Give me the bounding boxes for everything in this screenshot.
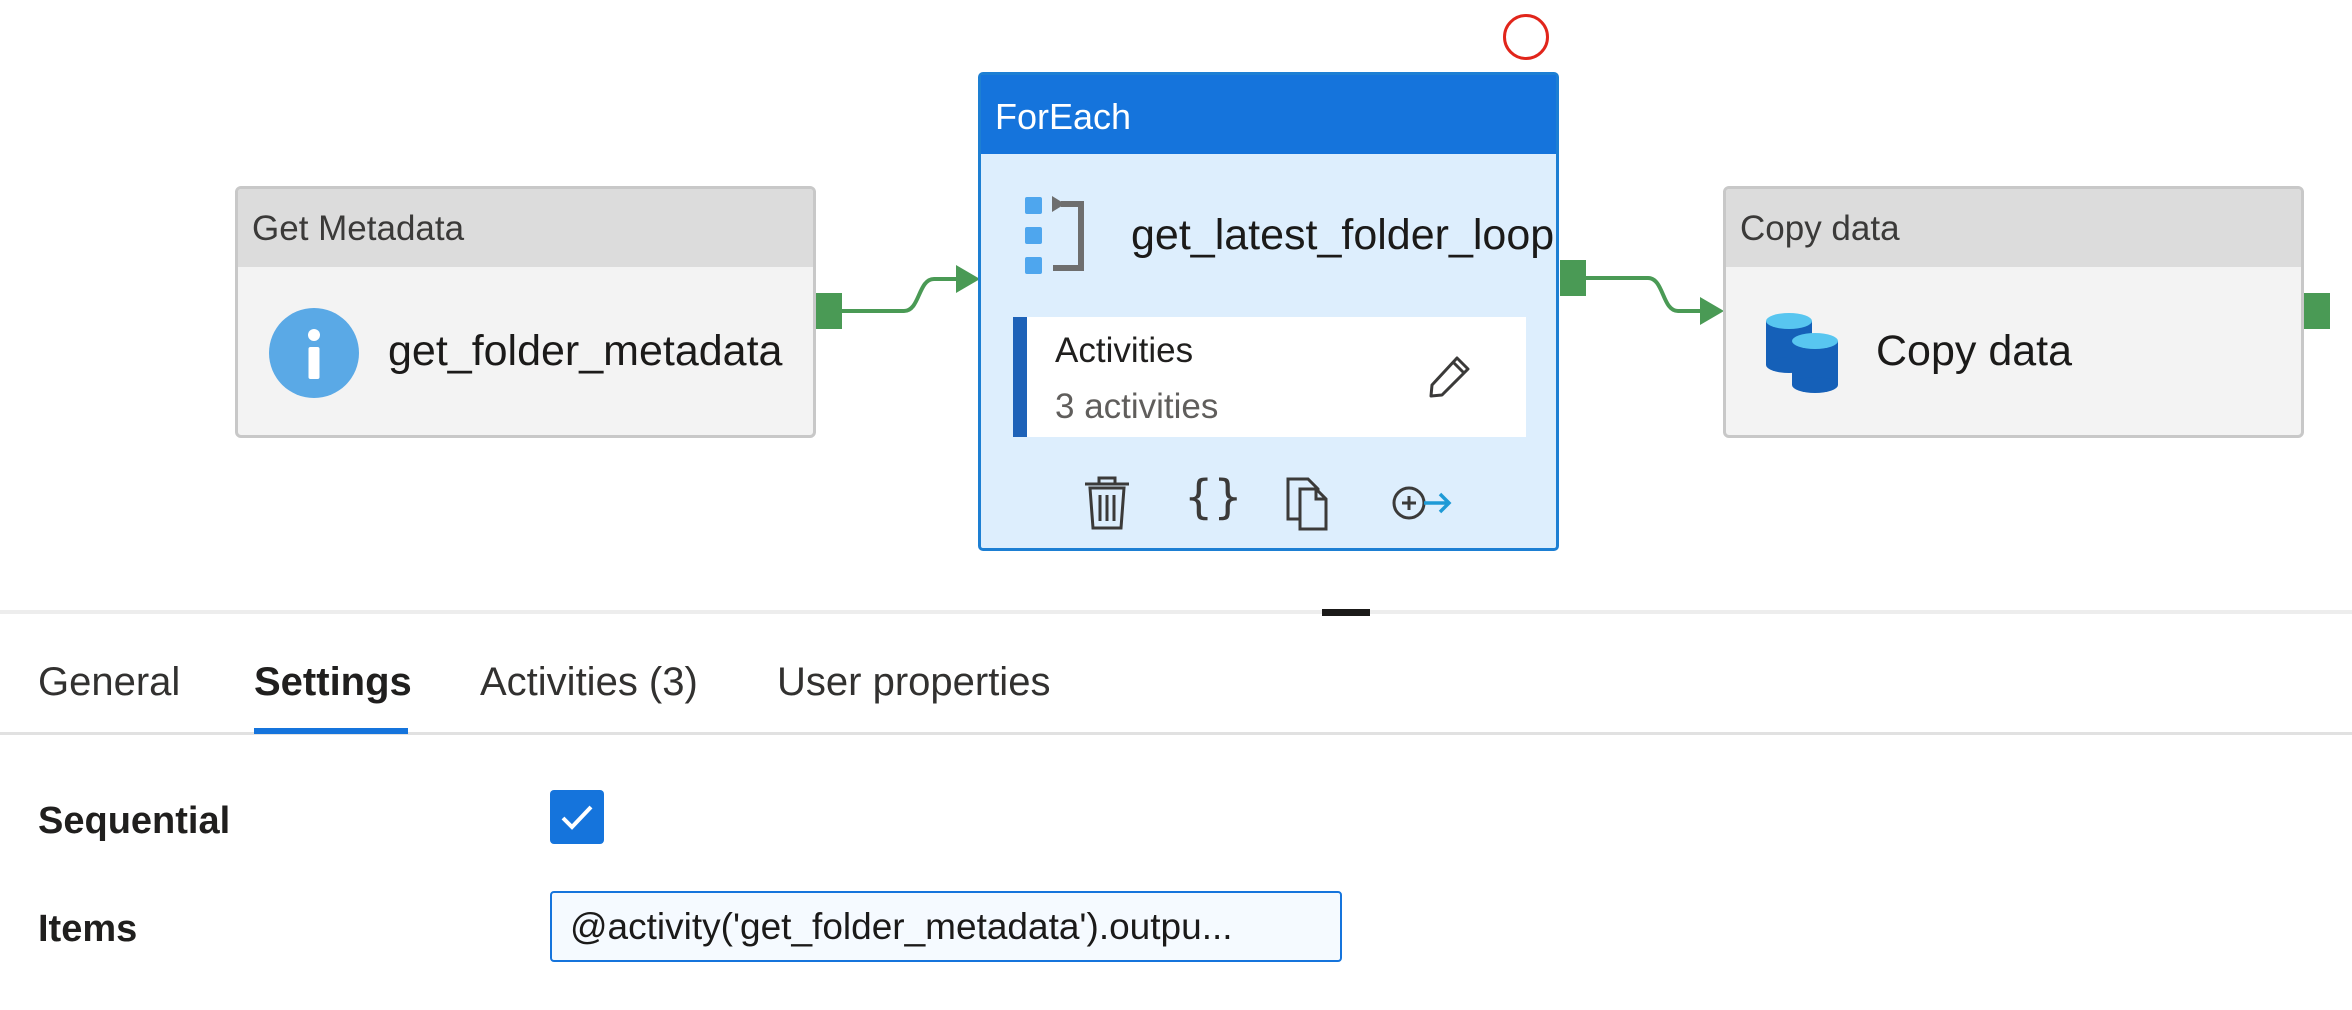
activity-header: ForEach bbox=[981, 75, 1556, 154]
info-icon bbox=[269, 308, 359, 398]
activity-foreach[interactable]: ForEach get_latest_folder_loop Activitie… bbox=[978, 72, 1559, 551]
sequential-label: Sequential bbox=[38, 800, 231, 842]
panel-divider[interactable] bbox=[0, 610, 2352, 614]
inner-activities-panel[interactable]: Activities 3 activities bbox=[1013, 317, 1526, 437]
activity-type-label: Get Metadata bbox=[252, 209, 465, 248]
activity-get-metadata[interactable]: Get Metadata get_folder_metadata bbox=[235, 186, 816, 438]
activity-connector bbox=[842, 265, 980, 313]
output-port[interactable] bbox=[1560, 260, 1586, 296]
output-port[interactable] bbox=[816, 293, 842, 329]
activities-label: Activities bbox=[1055, 331, 1194, 370]
activity-name: get_latest_folder_loop bbox=[1131, 211, 1555, 259]
add-output-icon[interactable] bbox=[1391, 475, 1455, 531]
activity-header: Get Metadata bbox=[238, 189, 813, 267]
activity-type-label: Copy data bbox=[1740, 209, 1900, 248]
activities-count: 3 activities bbox=[1055, 387, 1219, 426]
activity-name: get_folder_metadata bbox=[388, 327, 783, 375]
foreach-loop-icon bbox=[1025, 196, 1084, 274]
output-port[interactable] bbox=[2304, 293, 2330, 329]
activity-header: Copy data bbox=[1726, 189, 2301, 267]
edit-pencil-icon[interactable] bbox=[1427, 353, 1473, 399]
activity-name: Copy data bbox=[1876, 327, 2073, 375]
selection-indicator-icon bbox=[1503, 14, 1549, 60]
checkmark-icon bbox=[561, 805, 593, 830]
items-expression-input[interactable]: @activity('get_folder_metadata').outpu..… bbox=[550, 891, 1342, 962]
tab-user-properties[interactable]: User properties bbox=[777, 660, 1050, 705]
code-braces-icon[interactable]: {} bbox=[1184, 470, 1243, 526]
copy-icon[interactable] bbox=[1284, 475, 1336, 531]
sequential-checkbox[interactable] bbox=[550, 790, 604, 844]
delete-icon[interactable] bbox=[1081, 475, 1133, 531]
database-icon bbox=[1766, 313, 1838, 393]
tab-general[interactable]: General bbox=[38, 660, 180, 705]
activity-connector bbox=[1586, 276, 1724, 325]
tab-settings[interactable]: Settings bbox=[254, 660, 412, 705]
resize-handle[interactable] bbox=[1322, 609, 1370, 616]
activity-type-label: ForEach bbox=[995, 96, 1132, 137]
active-tab-indicator bbox=[254, 728, 408, 734]
pipeline-canvas[interactable]: Get Metadata get_folder_metadata ForEach… bbox=[0, 0, 2352, 612]
items-label: Items bbox=[38, 908, 138, 950]
tab-activities[interactable]: Activities (3) bbox=[480, 660, 698, 705]
panel-accent-bar bbox=[1013, 317, 1027, 437]
activity-copy-data[interactable]: Copy data Copy data bbox=[1723, 186, 2304, 438]
